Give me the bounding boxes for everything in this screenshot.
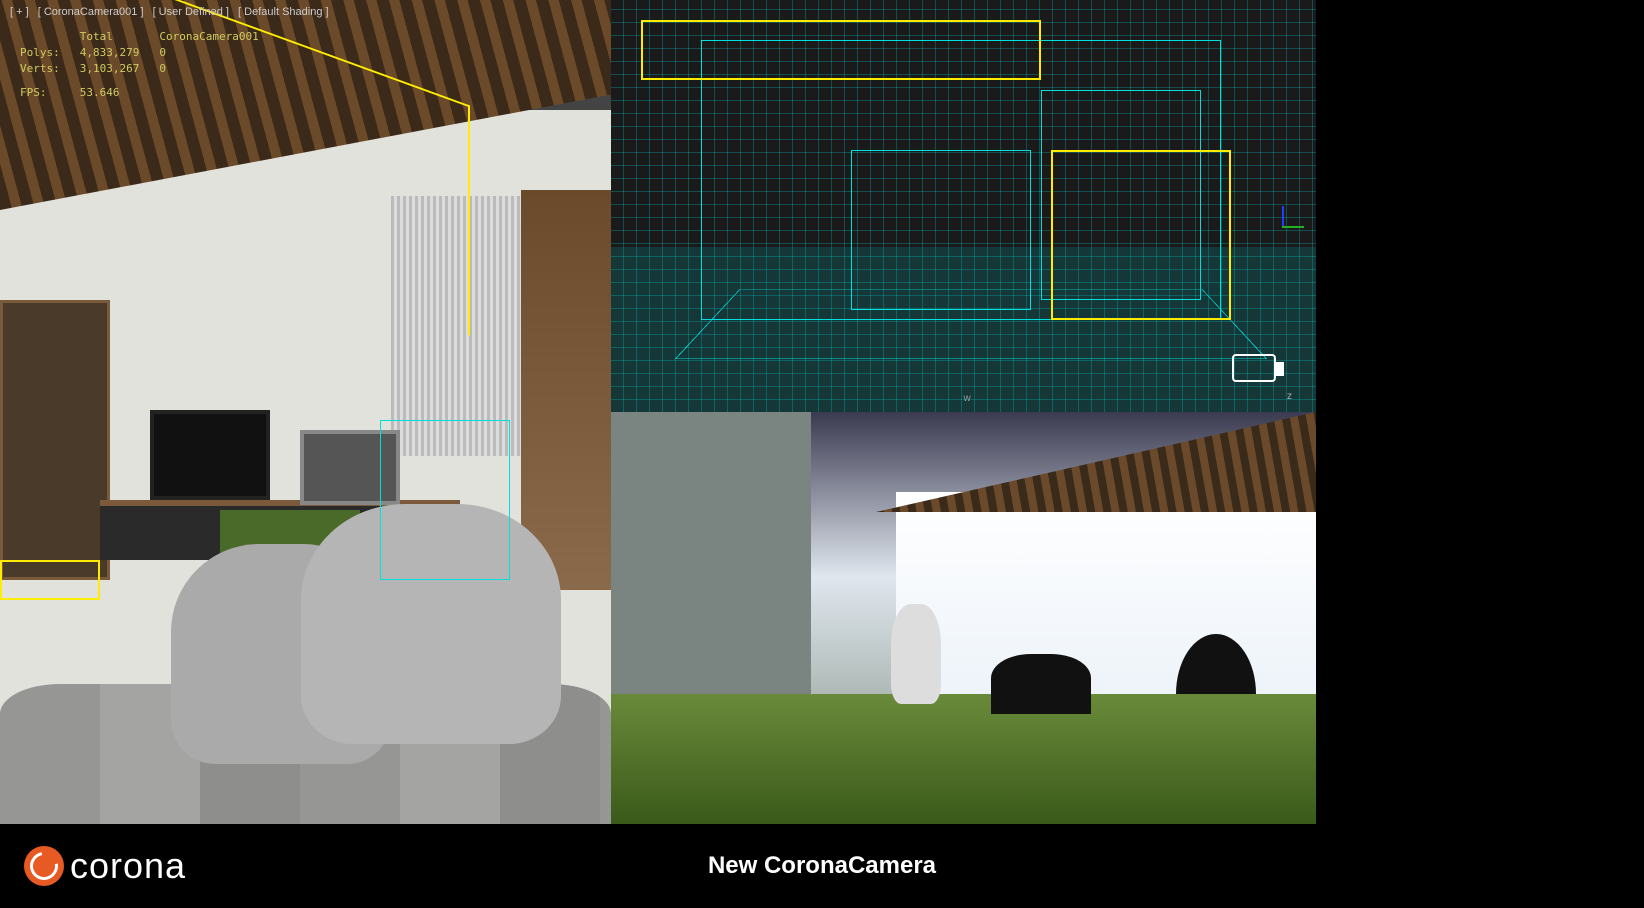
viewport-label-bar[interactable]: [ + ] [ CoronaCamera001 ] [ User Defined… xyxy=(10,6,335,18)
corona-logo: corona xyxy=(24,845,186,887)
viewport-statistics: TotalCoronaCamera001 Polys:4,833,2790 Ve… xyxy=(18,28,279,102)
render-preview-viewport[interactable] xyxy=(611,412,1316,824)
viewport-shading-user[interactable]: [ User Defined ] xyxy=(153,6,229,18)
viewport-shading-mode[interactable]: [ Default Shading ] xyxy=(238,6,329,18)
camera-icon xyxy=(1232,354,1276,382)
corona-logo-text: corona xyxy=(70,845,186,887)
axis-z-label: z xyxy=(1287,391,1292,402)
viewport-render xyxy=(0,0,611,824)
viewport-maximize[interactable]: [ + ] xyxy=(10,6,29,18)
shaded-viewport[interactable]: [ + ] [ CoronaCamera001 ] [ User Defined… xyxy=(0,0,611,824)
viewport-camera-label[interactable]: [ CoronaCamera001 ] xyxy=(38,6,144,18)
corona-logo-icon xyxy=(24,846,64,886)
wireframe-viewport[interactable]: z w xyxy=(611,0,1316,412)
axis-w-label: w xyxy=(964,393,971,404)
right-viewport-column: z w xyxy=(611,0,1316,824)
brand-bar: corona New CoronaCamera xyxy=(0,824,1644,908)
axis-gizmo[interactable] xyxy=(1270,200,1298,228)
slide-title: New CoronaCamera xyxy=(708,852,936,880)
